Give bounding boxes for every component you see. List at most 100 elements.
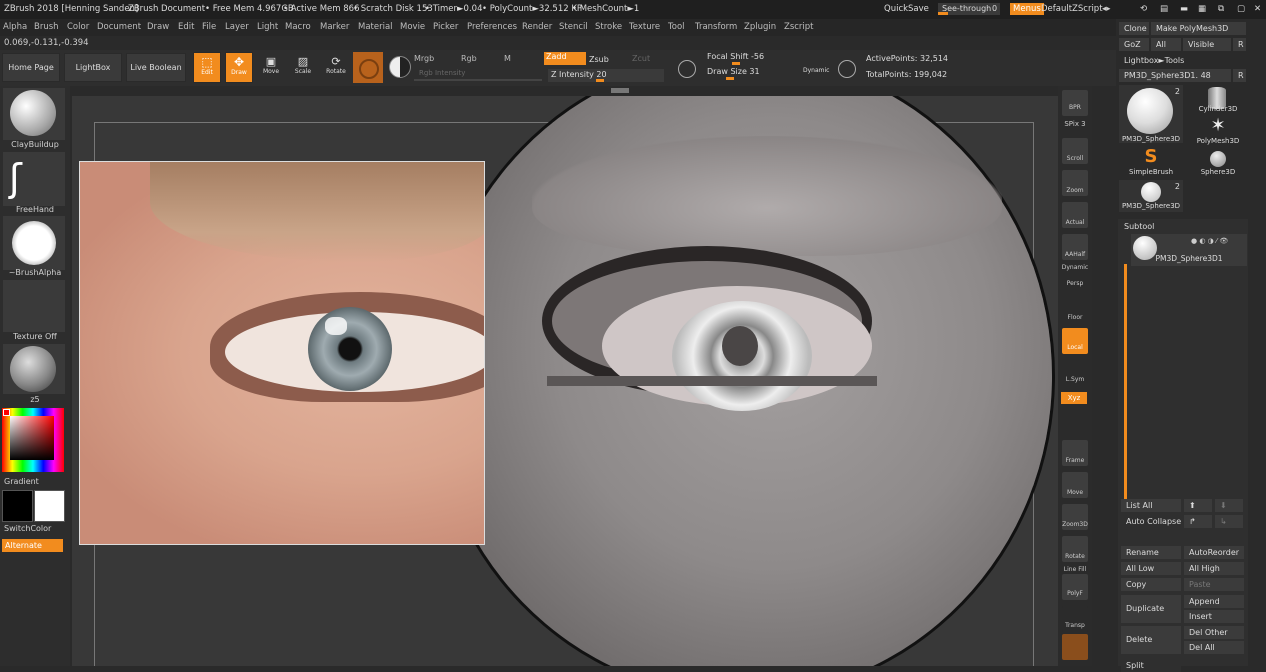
insert-button[interactable]: Insert (1184, 610, 1244, 623)
local-button[interactable]: Local (1062, 328, 1088, 354)
move-up-icon[interactable]: ↱ (1184, 515, 1212, 528)
lightbox-button[interactable]: LightBox (64, 53, 122, 82)
copy-button[interactable]: Copy (1121, 578, 1181, 591)
subtool-header[interactable]: Subtool (1124, 222, 1154, 231)
delete-button[interactable]: Delete (1121, 626, 1181, 654)
all-low-button[interactable]: All Low (1121, 562, 1181, 575)
tool-thumb-sphere3d[interactable]: Sphere3D (1186, 149, 1250, 179)
tool-thumb-simplebrush[interactable]: S SimpleBrush (1119, 147, 1183, 179)
layout-icon[interactable]: ▤ (1160, 4, 1168, 14)
clone-button[interactable]: Clone (1119, 22, 1149, 35)
persp-button[interactable]: Persp (1058, 280, 1092, 287)
ghost-button[interactable] (1062, 634, 1088, 660)
maximize-icon[interactable]: ▢ (1237, 4, 1245, 14)
menu-alpha[interactable]: Alpha (3, 22, 27, 32)
down-arrow-icon[interactable]: ⬇ (1215, 499, 1243, 512)
menu-file[interactable]: File (202, 22, 216, 32)
menu-zplugin[interactable]: Zplugin (744, 22, 776, 32)
arrows-icon[interactable]: ◂▸ (1102, 4, 1111, 14)
stroke-selector[interactable]: ʃ (3, 152, 65, 206)
menu-render[interactable]: Render (522, 22, 552, 32)
goz-r-button[interactable]: R (1233, 38, 1246, 51)
auto-reorder-button[interactable]: AutoReorder (1184, 546, 1244, 559)
draw-size-slider[interactable]: Draw Size 31 Dynamic (704, 66, 832, 80)
home-page-button[interactable]: Home Page (2, 53, 60, 82)
rgb-button[interactable]: Rgb (461, 54, 477, 63)
close-icon[interactable]: ✕ (1254, 4, 1261, 14)
bpr-button[interactable]: BPR (1062, 90, 1088, 116)
focal-icon[interactable] (678, 60, 696, 78)
up-arrow-icon[interactable]: ⬆ (1184, 499, 1212, 512)
menu-preferences[interactable]: Preferences (467, 22, 517, 32)
move-view-button[interactable]: Move (1062, 472, 1088, 498)
material-selector[interactable] (3, 344, 65, 394)
texture-selector[interactable] (3, 280, 65, 332)
spix-label[interactable]: SPix 3 (1058, 120, 1092, 128)
menu-stencil[interactable]: Stencil (559, 22, 588, 32)
draw-button[interactable]: ✥ Draw (225, 52, 253, 83)
current-tool-r-button[interactable]: R (1233, 69, 1246, 82)
default-zscript-button[interactable]: DefaultZScript (1041, 4, 1103, 14)
secondary-color-swatch[interactable] (34, 490, 65, 522)
zoom3d-button[interactable]: Zoom3D (1062, 504, 1088, 530)
menus-button[interactable]: Menus (1010, 3, 1044, 15)
zoom-button[interactable]: Zoom (1062, 170, 1088, 196)
rotate-view-button[interactable]: Rotate (1062, 536, 1088, 562)
move-down-icon[interactable]: ↳ (1215, 515, 1243, 528)
menu-texture[interactable]: Texture (629, 22, 660, 32)
zsub-button[interactable]: Zsub (589, 55, 609, 64)
z-intensity-slider[interactable]: Z Intensity 20 (548, 69, 664, 82)
alternate-button[interactable]: Alternate (2, 539, 63, 552)
zcut-button[interactable]: Zcut (632, 54, 650, 63)
mrgb-button[interactable]: Mrgb (414, 54, 434, 63)
menu-document[interactable]: Document (97, 22, 141, 32)
menu-picker[interactable]: Picker (433, 22, 458, 32)
frame-button[interactable]: Frame (1062, 440, 1088, 466)
lightbox-tools-button[interactable]: Lightbox►Tools (1119, 54, 1246, 67)
rotate-button[interactable]: ⟳ Rotate (321, 52, 351, 83)
menu-draw[interactable]: Draw (147, 22, 169, 32)
move-button[interactable]: ▣ Move (257, 52, 285, 83)
all-high-button[interactable]: All High (1184, 562, 1244, 575)
menu-transform[interactable]: Transform (695, 22, 737, 32)
append-button[interactable]: Append (1184, 595, 1244, 608)
aahalf-button[interactable]: AAHalf (1062, 234, 1088, 260)
reference-image[interactable] (79, 161, 485, 545)
dynamic-icon[interactable] (838, 60, 856, 78)
tool-thumb-pm3d-sphere[interactable]: 2 PM3D_Sphere3D (1119, 85, 1183, 143)
menu-light[interactable]: Light (257, 22, 278, 32)
lsym-button[interactable]: L.Sym (1058, 376, 1092, 383)
list-all-button[interactable]: List All (1121, 499, 1181, 512)
material-swatch[interactable] (353, 52, 383, 83)
alpha-selector[interactable] (3, 216, 65, 270)
auto-collapse-button[interactable]: Auto Collapse (1121, 515, 1181, 528)
main-color-swatch[interactable] (2, 490, 33, 522)
focal-shift-slider[interactable]: Focal Shift -56 (704, 51, 832, 65)
brush-selector[interactable] (3, 88, 65, 140)
edit-button[interactable]: ⬚ Edit (193, 52, 221, 83)
visible-button[interactable]: Visible (1183, 38, 1231, 51)
menu-layer[interactable]: Layer (225, 22, 249, 32)
current-tool[interactable]: PM3D_Sphere3D1. 48 (1119, 69, 1231, 82)
duplicate-button[interactable]: Duplicate (1121, 595, 1181, 623)
toolbar-collapse-handle[interactable] (611, 88, 629, 93)
del-all-button[interactable]: Del All (1184, 641, 1244, 654)
tool-thumb-pm3d-sphere-2[interactable]: 2 PM3D_Sphere3D (1119, 180, 1183, 212)
scale-button[interactable]: ▨ Scale (289, 52, 317, 83)
transp-button[interactable]: Transp (1062, 606, 1088, 632)
xyz-button[interactable]: Xyz (1061, 392, 1087, 404)
tool-thumb-polymesh[interactable]: ✶ PolyMesh3D (1186, 117, 1250, 147)
menu-zscript[interactable]: Zscript (784, 22, 814, 32)
zadd-button[interactable]: Zadd (544, 52, 586, 65)
minimize-icon[interactable]: ▬ (1180, 4, 1188, 14)
goz-button[interactable]: GoZ (1119, 38, 1149, 51)
menu-marker[interactable]: Marker (320, 22, 349, 32)
menu-color[interactable]: Color (67, 22, 89, 32)
floor-button[interactable]: Floor (1058, 314, 1092, 321)
restore-icon[interactable]: ⟲ (1140, 4, 1147, 14)
actual-button[interactable]: Actual (1062, 202, 1088, 228)
paste-button[interactable]: Paste (1184, 578, 1244, 591)
menu-brush[interactable]: Brush (34, 22, 59, 32)
menu-tool[interactable]: Tool (668, 22, 685, 32)
color-mode-icon[interactable] (389, 56, 411, 78)
